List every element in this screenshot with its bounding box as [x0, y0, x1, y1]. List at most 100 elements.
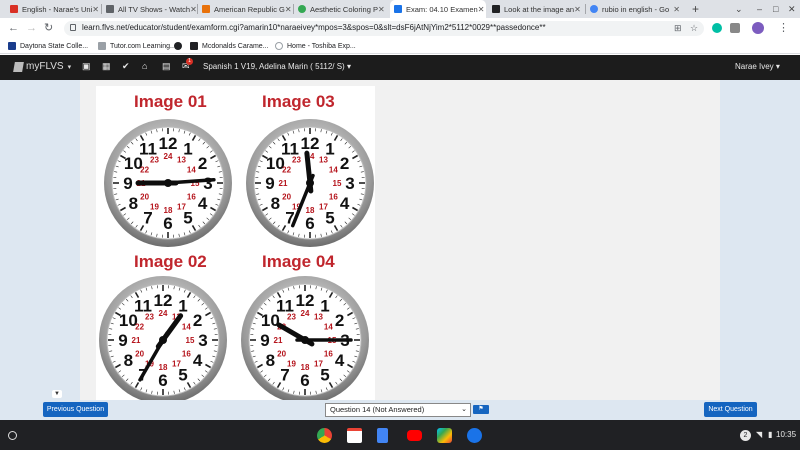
bookmark-label: Tutor.com Learning... [110, 42, 176, 50]
clock-time[interactable]: 10:35 [776, 430, 796, 439]
wifi-icon[interactable]: ◥ [756, 430, 762, 439]
clock-24h-numeral: 14 [329, 166, 338, 175]
clock-24h-numeral: 18 [159, 363, 168, 372]
clock-numeral: 3 [198, 331, 207, 350]
browser-toolbar: ← → ↻ learn.flvs.net/educator/student/ex… [0, 18, 800, 38]
clock-24h-numeral: 19 [287, 359, 296, 368]
bookmark-item[interactable]: Daytona State Colle... [8, 38, 88, 54]
calendar-icon[interactable]: ▤ [162, 61, 171, 72]
browser-tab-active[interactable]: Exam: 04.10 Examen ✕ [390, 0, 486, 18]
green-favicon-icon [298, 5, 306, 13]
reload-icon[interactable]: ↻ [44, 18, 53, 38]
logo-text: myFLVS [26, 61, 64, 72]
book-icon[interactable]: ▣ [82, 61, 91, 72]
clock-numeral: 4 [193, 351, 203, 370]
forward-icon[interactable]: → [26, 18, 37, 38]
clock-numeral: 5 [183, 209, 192, 228]
clock-numeral: 9 [265, 174, 274, 193]
clock-24h-numeral: 14 [324, 323, 333, 332]
gmail-icon[interactable] [347, 428, 362, 443]
close-tab-icon[interactable]: ✕ [190, 5, 196, 14]
tab-title: Look at the image an [504, 4, 575, 14]
clock-24h-numeral: 16 [329, 193, 338, 202]
bookmark-star-icon[interactable]: ☆ [690, 23, 698, 34]
browser-tab[interactable]: English - Narae's Uni ✕ [6, 0, 100, 18]
clock-numeral: 6 [163, 214, 172, 233]
youtube-icon[interactable] [407, 430, 422, 441]
docs-icon[interactable] [377, 428, 388, 443]
grid-icon[interactable]: ▦ [102, 61, 111, 72]
clock-numeral: 8 [124, 351, 133, 370]
translate-icon[interactable]: ⊞ [674, 23, 682, 34]
chevron-down-icon: ⌄ [461, 406, 467, 413]
bookmark-item[interactable]: Home - Toshiba Exp... [275, 38, 356, 54]
close-window-icon[interactable]: ✕ [788, 0, 796, 18]
clock-24h-numeral: 23 [145, 313, 154, 322]
clock-numeral: 6 [305, 214, 314, 233]
clock-center [159, 336, 167, 344]
chrome-icon[interactable] [317, 428, 332, 443]
bookmark-favicon-icon [275, 42, 283, 50]
google-favicon-icon [590, 5, 598, 13]
clock-24h-numeral: 18 [301, 363, 310, 372]
minimize-icon[interactable]: – [757, 0, 762, 18]
extension-icon[interactable] [712, 23, 722, 33]
avatar[interactable] [752, 22, 764, 34]
previous-question-button[interactable]: Previous Question [43, 402, 108, 417]
clock-24h-numeral: 15 [186, 336, 195, 345]
chevron-down-icon[interactable]: ⌄ [735, 0, 743, 18]
new-tab-icon[interactable]: + [692, 0, 699, 18]
flag-button[interactable]: ⚑ [473, 405, 489, 414]
close-tab-icon[interactable]: ✕ [378, 5, 385, 14]
clock-24h-numeral: 21 [279, 179, 288, 188]
battery-icon[interactable]: ▮ [768, 430, 772, 439]
tab-title: English - Narae's Uni [22, 4, 93, 14]
flvs-logo[interactable]: myFLVS ▾ [13, 61, 71, 72]
image-label: Image 01 [134, 92, 207, 111]
clock-24h-numeral: 14 [182, 323, 191, 332]
clock-02: 113214315416517618719820921102211231224 [99, 276, 227, 404]
clock-24h-numeral: 19 [150, 202, 159, 211]
question-select-value: Question 14 (Not Answered) [330, 405, 425, 414]
checkmark-icon[interactable]: ✔ [122, 61, 130, 72]
clock-numeral: 3 [203, 174, 212, 193]
clock-24h-numeral: 21 [132, 336, 141, 345]
bookmark-item[interactable]: Tutor.com Learning... [98, 38, 176, 54]
close-tab-icon[interactable]: ✕ [478, 5, 485, 14]
notification-count-badge[interactable]: 2 [740, 430, 751, 441]
image-label: Image 02 [134, 252, 207, 271]
course-selector[interactable]: Spanish 1 V19, Adelina Marin ( 5112/ S) … [203, 62, 351, 71]
address-bar[interactable]: learn.flvs.net/educator/student/examform… [64, 21, 704, 36]
kebab-menu-icon[interactable]: ⋮ [778, 18, 789, 38]
duo-icon[interactable] [467, 428, 482, 443]
bookmark-item[interactable] [174, 38, 186, 54]
gmail-favicon-icon [10, 5, 18, 13]
user-menu[interactable]: Narae Ivey ▾ [735, 62, 780, 71]
close-tab-icon[interactable]: ✕ [285, 5, 292, 14]
url-text[interactable]: learn.flvs.net/educator/student/examform… [82, 23, 546, 32]
home-icon[interactable]: ⌂ [142, 61, 147, 71]
browser-tab[interactable]: rubio in english - Go ✕ [586, 0, 684, 18]
browser-tab[interactable]: Aesthetic Coloring P ✕ [294, 0, 388, 18]
close-tab-icon[interactable]: ✕ [574, 5, 581, 14]
play-store-icon[interactable] [437, 428, 452, 443]
exam-footer: Previous Question Question 14 (Not Answe… [0, 400, 800, 420]
clock-24h-numeral: 24 [164, 152, 173, 161]
question-select[interactable]: Question 14 (Not Answered) ⌄ [325, 403, 471, 417]
next-question-button[interactable]: Next Question [704, 402, 757, 417]
collapse-toggle-icon[interactable]: ▼ [52, 390, 62, 398]
bookmark-item[interactable]: Mcdonalds Carame... [190, 38, 269, 54]
browser-tab[interactable]: American Republic G ✕ [198, 0, 292, 18]
launcher-icon[interactable] [8, 431, 17, 440]
maximize-icon[interactable]: □ [773, 0, 778, 18]
browser-tab[interactable]: All TV Shows - Watch ✕ [102, 0, 196, 18]
flvs-logo-icon [13, 61, 24, 72]
browser-tab[interactable]: Look at the image an ✕ [488, 0, 584, 18]
clock-03: 113 2143154165176187198 209 21102211231224 [246, 119, 374, 247]
clock-24h-numeral: 23 [287, 313, 296, 322]
bookmark-favicon-icon [8, 42, 16, 50]
back-icon[interactable]: ← [8, 18, 19, 38]
extensions-puzzle-icon[interactable] [730, 23, 740, 33]
close-tab-icon[interactable]: ✕ [92, 5, 99, 14]
close-tab-icon[interactable]: ✕ [673, 5, 680, 14]
